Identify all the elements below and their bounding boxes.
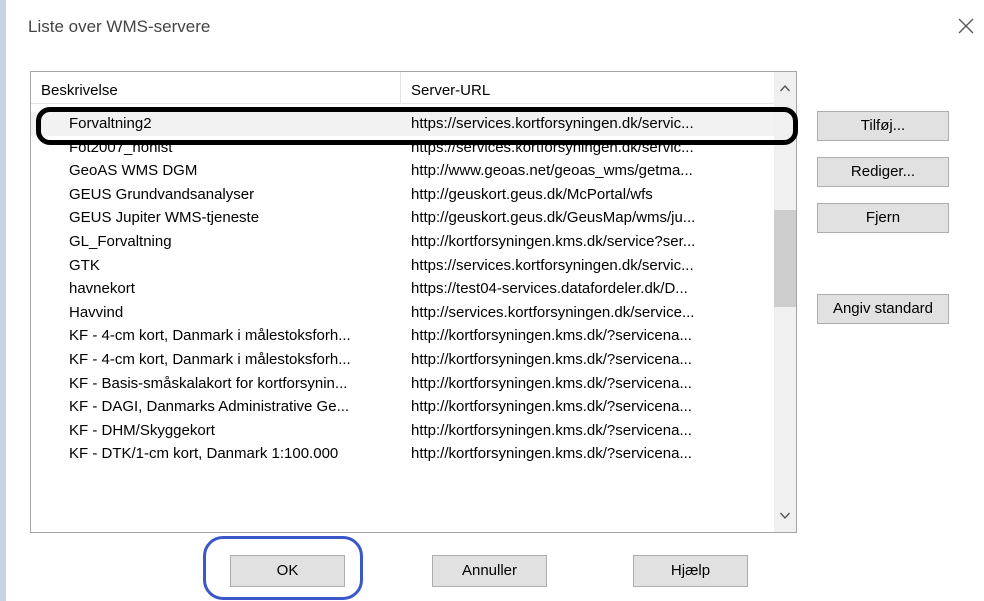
row-description: KF - Basis-småskalakort for kortforsynin… [69,374,348,392]
list-row[interactable]: havnekort https://test04-services.datafor… [31,277,774,301]
row-server-url: http://kortforsyningen.kms.dk/?servicena… [411,398,692,416]
row-server-url: https://services.kortforsyningen.dk/serv… [411,115,694,132]
list-row[interactable]: GL_Forvaltning http://kortforsyningen.kms… [31,230,774,254]
row-server-url: http://services.kortforsyningen.dk/servi… [411,303,695,321]
row-description: GEUS Grundvandsanalyser [69,185,255,203]
wms-server-list[interactable]: Beskrivelse Server-URL Forvaltning2 https… [30,71,797,533]
row-server-url: https://test04-services.datafordeler.dk/… [411,280,688,298]
list-row[interactable]: KF - Basis-småskalakort for kortforsynin… [31,372,774,396]
close-icon [958,18,974,34]
row-description: GL_Forvaltning [69,232,172,250]
scroll-up-button[interactable] [774,72,796,102]
row-description: Havvind [69,303,124,321]
row-description: Forvaltning2 [69,115,152,132]
row-description: Fot2007_nohist [69,138,173,156]
row-server-url: http://kortforsyningen.kms.dk/?servicena… [411,327,692,345]
row-description: havnekort [69,280,135,298]
row-description: KF - 4-cm kort, Danmark i målestoksforh.… [69,327,351,345]
row-server-url: http://www.geoas.net/geoas_wms/getma... [411,162,693,180]
row-server-url: http://kortforsyningen.kms.dk/?servicena… [411,350,692,368]
row-server-url: http://kortforsyningen.kms.dk/?servicena… [411,421,692,439]
list-row[interactable]: GTK https://services.kortforsyningen.dk/s… [31,254,774,278]
row-description: KF - DTK/1-cm kort, Danmark 1:100.000 [69,445,339,463]
row-server-url: http://kortforsyningen.kms.dk/service?se… [411,232,696,250]
help-button[interactable]: Hjælp [633,555,748,587]
column-header-server-url[interactable]: Server-URL [401,72,774,104]
ok-button[interactable]: OK [230,555,345,587]
cancel-button[interactable]: Annuller [432,555,547,587]
list-row[interactable]: GeoAS WMS DGM http://www.geoas.net/geoas_… [31,159,774,183]
row-server-url: http://geuskort.geus.dk/McPortal/wfs [411,185,653,203]
row-server-url: https://services.kortforsyningen.dk/serv… [411,256,694,274]
list-row[interactable]: Havvind http://services.kortforsyningen.d… [31,301,774,325]
add-button[interactable]: Tilføj... [817,111,949,141]
window-left-border [0,0,6,601]
vertical-scrollbar[interactable] [774,72,796,532]
remove-button[interactable]: Fjern [817,203,949,233]
list-row[interactable]: GEUS Jupiter WMS-tjeneste http://geuskort… [31,206,774,230]
row-description: GeoAS WMS DGM [69,162,198,180]
row-description: KF - DAGI, Danmarks Administrative Ge... [69,398,350,416]
row-description: GTK [69,256,100,274]
row-description: KF - DHM/Skyggekort [69,421,215,439]
chevron-up-icon [779,84,791,92]
list-rows: Forvaltning2 https://services.kortforsyni… [31,112,774,466]
list-row[interactable]: KF - 4-cm kort, Danmark i målestoksforh.… [31,348,774,372]
list-row[interactable]: KF - DHM/Skyggekort http://kortforsyninge… [31,419,774,443]
chevron-down-icon [779,512,791,520]
row-server-url: http://kortforsyningen.kms.dk/?servicena… [411,445,692,463]
list-row[interactable]: KF - 4-cm kort, Danmark i målestoksforh.… [31,324,774,348]
column-header-description[interactable]: Beskrivelse [31,72,401,104]
scroll-thumb[interactable] [774,210,796,307]
row-server-url: https://services.kortforsyningen.dk/serv… [411,138,694,156]
list-row[interactable]: KF - DTK/1-cm kort, Danmark 1:100.000 htt… [31,442,774,466]
edit-button[interactable]: Rediger... [817,157,949,187]
row-description: KF - 4-cm kort, Danmark i målestoksforh.… [69,350,351,368]
list-row[interactable]: Forvaltning2 https://services.kortforsyni… [31,112,774,136]
dialog-title: Liste over WMS-servere [28,17,211,36]
list-row[interactable]: GEUS Grundvandsanalyser http://geuskort.g… [31,183,774,207]
list-header: Beskrivelse Server-URL [31,72,774,104]
set-default-button[interactable]: Angiv standard [817,294,949,324]
list-row[interactable]: Fot2007_nohist https://services.kortforsy… [31,136,774,160]
row-description: GEUS Jupiter WMS-tjeneste [69,209,260,227]
row-server-url: http://geuskort.geus.dk/GeusMap/wms/ju..… [411,209,696,227]
list-row[interactable]: KF - DAGI, Danmarks Administrative Ge...… [31,395,774,419]
row-server-url: http://kortforsyningen.kms.dk/?servicena… [411,374,692,392]
scroll-down-button[interactable] [774,502,796,532]
close-button[interactable] [952,12,980,40]
